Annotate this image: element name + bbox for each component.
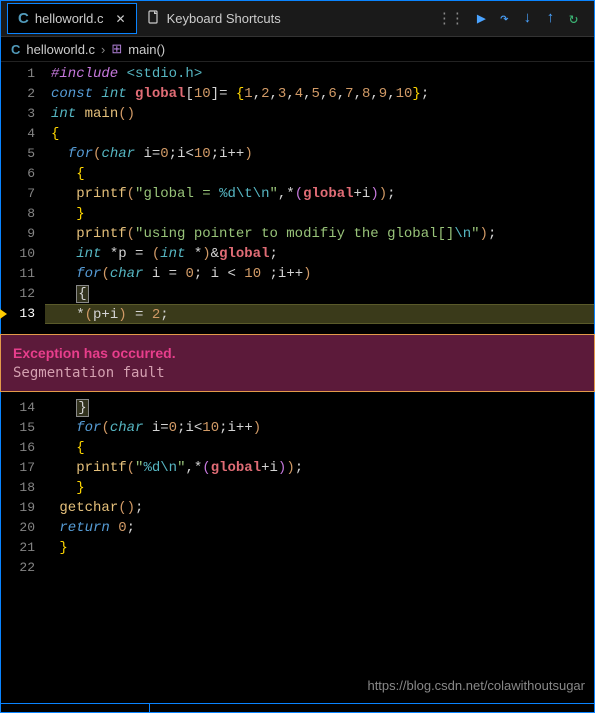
- line-number: 16: [1, 438, 45, 458]
- code-line[interactable]: *(p+i) = 2;: [45, 304, 594, 324]
- code-line[interactable]: printf("%d\n",*(global+i));: [45, 458, 594, 478]
- tab-label: helloworld.c: [35, 11, 104, 26]
- continue-icon[interactable]: ▶: [477, 9, 486, 28]
- line-number: 9: [1, 224, 45, 244]
- execution-pointer-icon: [0, 307, 7, 321]
- line-number: 18: [1, 478, 45, 498]
- close-icon[interactable]: ✕: [116, 12, 126, 26]
- code-line[interactable]: int *p = (int *)&global;: [45, 244, 594, 264]
- chevron-right-icon: ›: [101, 42, 105, 57]
- line-number: 8: [1, 204, 45, 224]
- line-number: 10: [1, 244, 45, 264]
- line-number: 19: [1, 498, 45, 518]
- code-line[interactable]: getchar();: [45, 498, 594, 518]
- code-line[interactable]: for(char i = 0; i < 10 ;i++): [45, 264, 594, 284]
- code-line[interactable]: }: [45, 478, 594, 498]
- file-icon: [147, 10, 161, 27]
- debug-toolbar: ⋮⋮ ▶ ↷ ↓ ↑ ↻: [437, 9, 588, 28]
- line-number: 15: [1, 418, 45, 438]
- tab-helloworld[interactable]: C helloworld.c ✕: [7, 3, 137, 34]
- function-icon: ⊞: [111, 41, 122, 57]
- c-lang-icon: C: [11, 42, 20, 57]
- line-number: 11: [1, 264, 45, 284]
- code-line[interactable]: for(char i=0;i<10;i++): [45, 418, 594, 438]
- breadcrumb-fn: main(): [128, 42, 165, 57]
- c-lang-icon: C: [18, 10, 29, 27]
- code-line[interactable]: }: [45, 204, 594, 224]
- line-number: 6: [1, 164, 45, 184]
- code-line[interactable]: int main(): [45, 104, 594, 124]
- line-number: 4: [1, 124, 45, 144]
- line-number: 22: [1, 558, 45, 578]
- code-line[interactable]: {: [45, 124, 594, 144]
- step-out-icon[interactable]: ↑: [546, 10, 555, 27]
- breadcrumb-file: helloworld.c: [26, 42, 95, 57]
- tab-label: Keyboard Shortcuts: [167, 11, 281, 26]
- code-line[interactable]: return 0;: [45, 518, 594, 538]
- line-number: 14: [1, 398, 45, 418]
- line-number: 21: [1, 538, 45, 558]
- code-line[interactable]: {: [45, 284, 594, 304]
- step-over-icon[interactable]: ↷: [500, 9, 509, 28]
- code-line[interactable]: {: [45, 438, 594, 458]
- code-line[interactable]: }: [45, 398, 594, 418]
- grip-icon[interactable]: ⋮⋮: [437, 9, 463, 28]
- line-number: 12: [1, 284, 45, 304]
- tab-bar: C helloworld.c ✕ Keyboard Shortcuts ⋮⋮ ▶…: [1, 1, 594, 37]
- code-line[interactable]: for(char i=0;i<10;i++): [45, 144, 594, 164]
- code-line[interactable]: const int global[10]= {1,2,3,4,5,6,7,8,9…: [45, 84, 594, 104]
- status-bar: [0, 703, 595, 713]
- line-number: 2: [1, 84, 45, 104]
- watermark: https://blog.csdn.net/colawithoutsugar: [367, 678, 585, 693]
- code-line[interactable]: printf("global = %d\t\n",*(global+i));: [45, 184, 594, 204]
- code-line[interactable]: [45, 558, 594, 578]
- restart-icon[interactable]: ↻: [569, 9, 578, 28]
- line-number: 20: [1, 518, 45, 538]
- step-into-icon[interactable]: ↓: [523, 10, 532, 27]
- line-number: 5: [1, 144, 45, 164]
- exception-title: Exception has occurred.: [13, 345, 582, 361]
- code-line[interactable]: #include <stdio.h>: [45, 64, 594, 84]
- exception-message: Segmentation fault: [13, 365, 582, 381]
- line-number: 1: [1, 64, 45, 84]
- exception-popup: Exception has occurred. Segmentation fau…: [0, 334, 595, 392]
- line-number: 3: [1, 104, 45, 124]
- line-number: 17: [1, 458, 45, 478]
- line-number: 13: [1, 304, 45, 324]
- code-line[interactable]: {: [45, 164, 594, 184]
- tab-shortcuts[interactable]: Keyboard Shortcuts: [137, 4, 291, 33]
- code-line[interactable]: }: [45, 538, 594, 558]
- code-line[interactable]: printf("using pointer to modifiy the glo…: [45, 224, 594, 244]
- breadcrumb[interactable]: C helloworld.c › ⊞ main(): [1, 37, 594, 62]
- line-number: 7: [1, 184, 45, 204]
